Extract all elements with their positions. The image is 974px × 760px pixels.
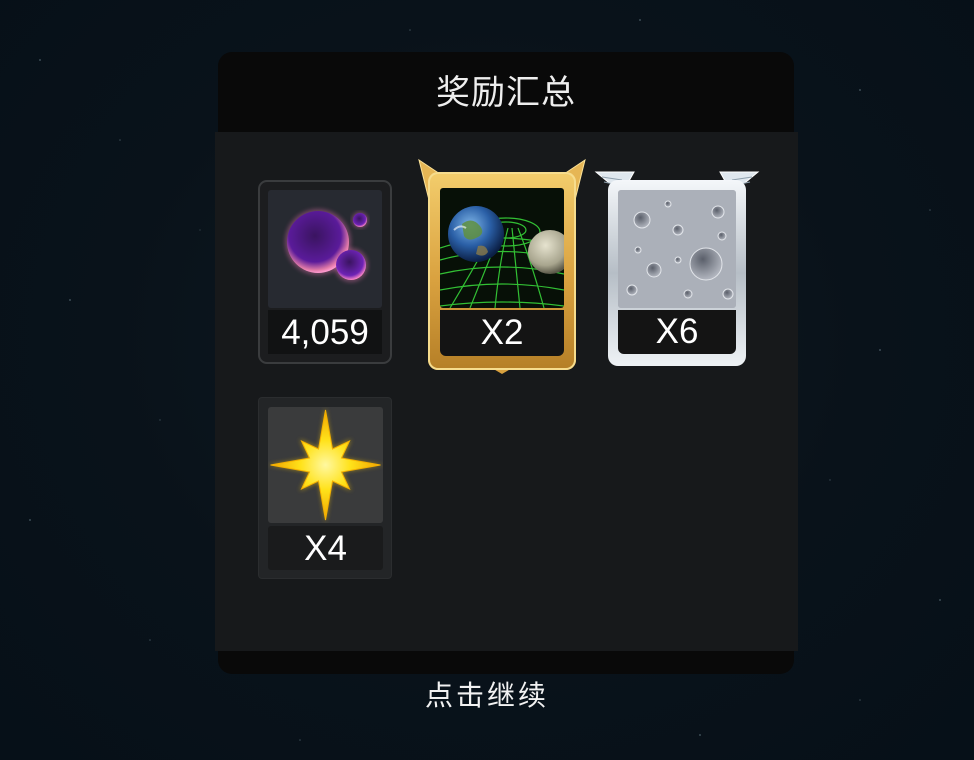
moon-surface-icon (618, 190, 736, 308)
energy-orb-icon (268, 190, 382, 308)
continue-label[interactable]: 点击继续 (425, 679, 549, 712)
reward-card-moon[interactable]: X6 (608, 180, 746, 366)
reward-card-star[interactable]: X4 (258, 397, 392, 579)
panel-title: 奖励汇总 (436, 73, 576, 113)
reward-count: X4 (268, 526, 383, 570)
reward-count: 4,059 (268, 310, 382, 354)
earth-gravity-grid-icon (440, 188, 564, 308)
reward-card-earth[interactable]: X2 (428, 172, 576, 370)
reward-card-energy[interactable]: 4,059 (258, 180, 392, 364)
reward-count: X6 (618, 310, 736, 354)
tap-to-continue[interactable]: 点击继续 (0, 674, 974, 718)
reward-count: X2 (440, 310, 564, 356)
golden-star-icon (268, 407, 383, 523)
